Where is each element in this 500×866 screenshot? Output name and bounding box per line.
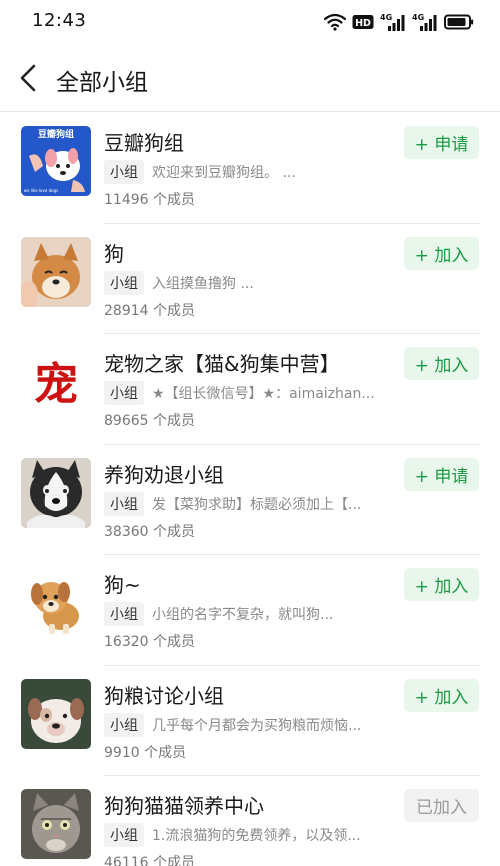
- group-tag: 小组: [104, 491, 144, 516]
- hd-icon: HD: [352, 13, 374, 31]
- member-count: 38360 个成员: [104, 523, 195, 540]
- avatar: 豆瓣狗组 we like love dogs: [21, 126, 91, 196]
- battery-icon: [444, 13, 474, 31]
- avatar-text: 宠: [34, 359, 78, 410]
- group-description: 小组的名字不复杂，就叫狗...: [152, 607, 334, 623]
- avatar: [21, 568, 91, 638]
- avatar-caption: we like love dogs: [24, 188, 58, 193]
- avatar: [21, 789, 91, 859]
- signal-icon: 4G: [380, 12, 406, 32]
- status-bar: 12:43 HD 4G 4G: [0, 0, 500, 44]
- group-description: 几乎每个月都会为买狗粮而烦恼...: [152, 717, 362, 734]
- group-description: ★【组长微信号】★：aimaizhan...: [152, 386, 375, 402]
- list-item[interactable]: 狗狗猫猫领养中心 小组 1.流浪猫狗的免费领养，以及领... 46116 个成员…: [0, 776, 500, 866]
- group-name: 狗狗猫猫领养中心: [104, 794, 264, 818]
- group-name: 狗~: [104, 573, 141, 597]
- member-count: 16320 个成员: [104, 634, 195, 650]
- group-tag: 小组: [104, 270, 144, 295]
- join-button[interactable]: + 加入: [404, 236, 479, 270]
- join-button[interactable]: + 加入: [404, 347, 479, 380]
- network-label: 4G: [380, 13, 392, 22]
- group-tag: 小组: [104, 602, 144, 626]
- avatar-text: 豆瓣狗组: [38, 128, 74, 140]
- signal-icon: 4G: [412, 12, 438, 32]
- apply-button[interactable]: + 申请: [404, 457, 479, 491]
- list-item[interactable]: 狗粮讨论小组 小组 几乎每个月都会为买狗粮而烦恼... 9910 个成员 + 加…: [0, 666, 500, 776]
- chevron-left-icon[interactable]: [14, 58, 44, 98]
- avatar: [21, 236, 91, 307]
- group-description: 欢迎来到豆瓣狗组。 ...: [152, 165, 296, 181]
- group-name: 养狗劝退小组: [104, 462, 224, 487]
- join-button[interactable]: + 加入: [404, 678, 479, 712]
- member-count: 28914 个成员: [104, 302, 195, 319]
- page-title: 全部小组: [56, 70, 148, 96]
- group-name: 狗: [104, 241, 124, 266]
- group-name: 狗粮讨论小组: [104, 683, 224, 708]
- group-tag: 小组: [104, 712, 144, 737]
- group-name: 宠物之家【猫&狗集中营】: [104, 352, 340, 376]
- status-icons: HD 4G 4G: [324, 11, 474, 33]
- avatar: [21, 457, 91, 528]
- member-count: 46116 个成员: [104, 855, 195, 866]
- list-item[interactable]: 豆瓣狗组 we like love dogs 豆瓣狗组 小组 欢迎来到豆瓣狗组。…: [0, 113, 500, 224]
- list-item[interactable]: 养狗劝退小组 小组 发【菜狗求助】标题必须加上【... 38360 个成员 + …: [0, 445, 500, 555]
- group-list: 豆瓣狗组 we like love dogs 豆瓣狗组 小组 欢迎来到豆瓣狗组。…: [0, 113, 500, 866]
- group-description: 发【菜狗求助】标题必须加上【...: [152, 496, 362, 513]
- joined-button[interactable]: 已加入: [404, 789, 479, 822]
- group-name: 豆瓣狗组: [104, 131, 184, 155]
- group-tag: 小组: [104, 381, 144, 405]
- list-item[interactable]: 狗~ 小组 小组的名字不复杂，就叫狗... 16320 个成员 + 加入: [0, 555, 500, 666]
- group-description: 1.流浪猫狗的免费领养，以及领...: [152, 828, 361, 844]
- group-tag: 小组: [104, 823, 144, 847]
- list-item[interactable]: 狗 小组 入组摸鱼撸狗 ... 28914 个成员 + 加入: [0, 224, 500, 334]
- member-count: 11496 个成员: [104, 192, 195, 208]
- group-tag: 小组: [104, 160, 144, 184]
- hd-badge-text: HD: [355, 18, 371, 29]
- join-button[interactable]: + 加入: [404, 568, 479, 601]
- apply-button[interactable]: + 申请: [404, 126, 479, 159]
- list-item[interactable]: 宠 宠物之家【猫&狗集中营】 小组 ★【组长微信号】★：aimaizhan...…: [0, 334, 500, 445]
- member-count: 89665 个成员: [104, 413, 195, 429]
- wifi-icon: [324, 13, 346, 31]
- avatar: [21, 678, 91, 749]
- status-time: 12:43: [32, 10, 87, 31]
- member-count: 9910 个成员: [104, 744, 187, 761]
- group-description: 入组摸鱼撸狗 ...: [152, 275, 254, 292]
- avatar: 宠: [21, 347, 91, 417]
- nav-bar: 全部小组: [0, 44, 500, 112]
- network-label: 4G: [412, 13, 424, 22]
